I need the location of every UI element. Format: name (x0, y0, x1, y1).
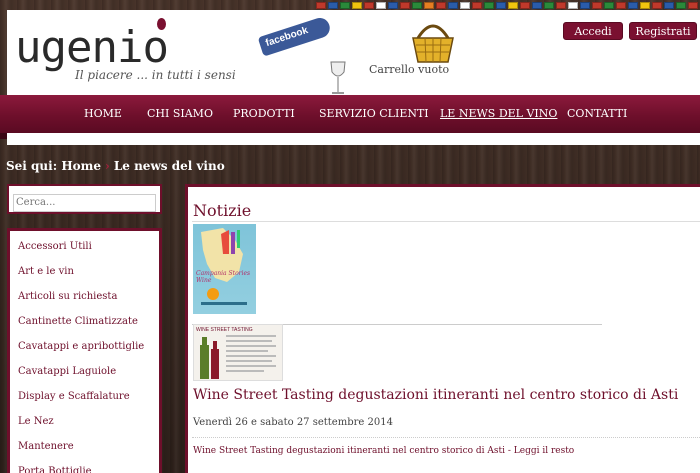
nav-item-chi-siamo[interactable]: CHI SIAMO (147, 107, 213, 120)
language-flag-icon[interactable] (352, 2, 362, 9)
category-item[interactable]: Cavatappi Laguiole (10, 362, 159, 387)
news-thumbnail-wine-street[interactable]: WINE STREET TASTING (193, 324, 283, 381)
breadcrumb-current: Le news del vino (113, 159, 225, 173)
cart-status[interactable]: Carrello vuoto (369, 63, 449, 76)
nav-item-news-del-vino[interactable]: LE NEWS DEL VINO (440, 107, 557, 120)
language-flag-icon[interactable] (592, 2, 602, 9)
language-flag-icon[interactable] (616, 2, 626, 9)
language-flag-icon[interactable] (508, 2, 518, 9)
wine-bottle-poster-icon (200, 335, 276, 379)
article-summary-link[interactable]: Wine Street Tasting degustazioni itinera… (193, 446, 574, 456)
site-tagline: Il piacere ... in tutti i sensi (75, 68, 236, 82)
language-flag-icon[interactable] (412, 2, 422, 9)
breadcrumb-separator-icon: › (105, 159, 110, 173)
nav-item-servizio-clienti[interactable]: SERVIZIO CLIENTI (319, 107, 429, 120)
page-title: Notizie (193, 201, 252, 220)
poster2-caption: WINE STREET TASTING (196, 327, 253, 333)
language-flag-icon[interactable] (400, 2, 410, 9)
language-flags (310, 0, 700, 10)
language-flag-icon[interactable] (652, 2, 662, 9)
poster1-caption: Campania Stories Wine (196, 270, 251, 284)
article-title-link[interactable]: Wine Street Tasting degustazioni itinera… (193, 387, 678, 403)
language-flag-icon[interactable] (436, 2, 446, 9)
language-flag-icon[interactable] (328, 2, 338, 9)
wine-glass-icon (330, 61, 346, 94)
main-nav: HOME CHI SIAMO PRODOTTI SERVIZIO CLIENTI… (0, 95, 700, 133)
category-item[interactable]: Mantenere (10, 437, 159, 462)
language-flag-icon[interactable] (448, 2, 458, 9)
category-item[interactable]: Accessori Utili (10, 237, 159, 262)
language-flag-icon[interactable] (640, 2, 650, 9)
language-flag-icon[interactable] (688, 2, 698, 9)
language-flag-icon[interactable] (376, 2, 386, 9)
nav-item-contatti[interactable]: CONTATTI (567, 107, 627, 120)
article-date: Venerdì 26 e sabato 27 settembre 2014 (193, 417, 393, 428)
breadcrumb: Sei qui: Home › Le news del vino (6, 159, 225, 173)
language-flag-icon[interactable] (568, 2, 578, 9)
category-item[interactable]: Articoli su richiesta (10, 287, 159, 312)
language-flag-icon[interactable] (472, 2, 482, 9)
site-header: ugenio Il piacere ... in tutti i sensi f… (7, 10, 700, 95)
category-item[interactable]: Cantinette Climatizzate (10, 312, 159, 337)
language-flag-icon[interactable] (484, 2, 494, 9)
language-flag-icon[interactable] (460, 2, 470, 9)
breadcrumb-home[interactable]: Home (61, 159, 101, 173)
title-divider (192, 221, 700, 222)
language-flag-icon[interactable] (544, 2, 554, 9)
breadcrumb-prefix: Sei qui: (6, 159, 58, 173)
facebook-label: facebook (264, 25, 310, 50)
facebook-bottle-icon[interactable]: facebook (257, 15, 333, 57)
language-flag-icon[interactable] (628, 2, 638, 9)
logo-dot-icon (157, 18, 166, 30)
language-flag-icon[interactable] (676, 2, 686, 9)
category-item[interactable]: Display e Scaffalature (10, 387, 159, 412)
category-item[interactable]: Le Nez (10, 412, 159, 437)
news-thumbnail-campania[interactable]: Campania Stories Wine (193, 224, 256, 314)
language-flag-icon[interactable] (532, 2, 542, 9)
language-flag-icon[interactable] (520, 2, 530, 9)
language-flag-icon[interactable] (556, 2, 566, 9)
nav-item-home[interactable]: HOME (84, 107, 122, 120)
language-flag-icon[interactable] (664, 2, 674, 9)
language-flag-icon[interactable] (424, 2, 434, 9)
nav-ribbon-fold (0, 133, 7, 139)
nav-item-prodotti[interactable]: PRODOTTI (233, 107, 295, 120)
search-input[interactable] (13, 193, 156, 212)
register-button[interactable]: Registrati (629, 22, 697, 40)
search-module (7, 184, 162, 214)
language-flag-icon[interactable] (340, 2, 350, 9)
language-flag-icon[interactable] (580, 2, 590, 9)
language-flag-icon[interactable] (316, 2, 326, 9)
language-flag-icon[interactable] (388, 2, 398, 9)
login-button[interactable]: Accedi (563, 22, 623, 40)
language-flag-icon[interactable] (496, 2, 506, 9)
nav-ribbon-under (7, 133, 700, 145)
category-item[interactable]: Cavatappi e apribottiglie (10, 337, 159, 362)
category-item[interactable]: Porta Bottiglie (10, 462, 159, 473)
poster-map-icon (201, 228, 247, 305)
category-list: Accessori Utili Art e le vin Articoli su… (7, 228, 162, 473)
site-logo[interactable]: ugenio (15, 22, 169, 73)
article-dotted-divider (192, 437, 700, 438)
language-flag-icon[interactable] (364, 2, 374, 9)
category-item[interactable]: Art e le vin (10, 262, 159, 287)
language-flag-icon[interactable] (604, 2, 614, 9)
shopping-basket-icon[interactable] (410, 20, 456, 64)
news-panel: Notizie Campania Stories Wine WINE STREE… (185, 184, 700, 473)
